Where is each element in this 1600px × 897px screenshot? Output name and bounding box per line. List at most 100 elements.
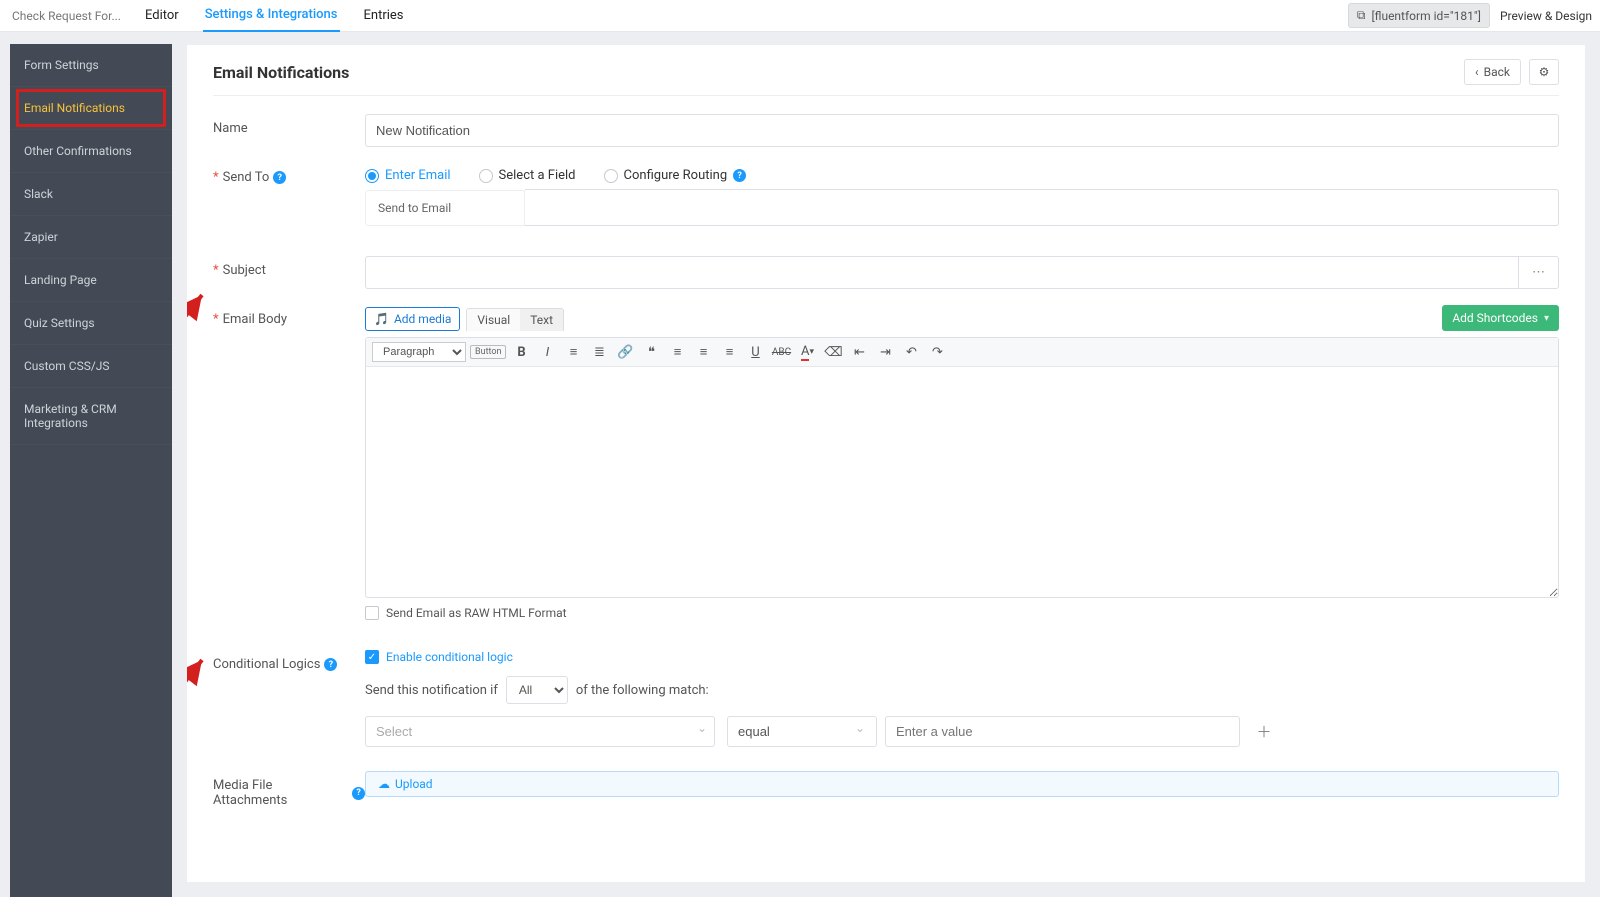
link-button[interactable]: 🔗 (614, 341, 636, 363)
info-icon[interactable]: ? (273, 171, 286, 184)
quote-button[interactable]: ❝ (640, 341, 662, 363)
clear-format-button[interactable]: ⌫ (822, 341, 844, 363)
back-label: Back (1484, 65, 1510, 79)
text-color-button[interactable]: A▾ (796, 341, 818, 363)
raw-html-label: Send Email as RAW HTML Format (386, 606, 567, 620)
add-condition-button[interactable]: ＋ (1252, 720, 1276, 744)
paragraph-format-select[interactable]: Paragraph (372, 342, 466, 362)
quote-icon: ❝ (648, 345, 655, 360)
sidebar-item-marketing-crm[interactable]: Marketing & CRM Integrations (10, 388, 172, 445)
align-center-button[interactable]: ≡ (692, 341, 714, 363)
sidebar: Form Settings Email Notifications Other … (10, 44, 172, 897)
back-button[interactable]: ‹ Back (1464, 59, 1521, 85)
body-label: * Email Body (213, 305, 365, 327)
condition-row: Select equal ＋ (365, 716, 1559, 747)
sendto-radio-group: Enter Email Select a Field Configure Rou… (365, 163, 1559, 183)
sidebar-item-zapier[interactable]: Zapier (10, 216, 172, 259)
match-mode-select[interactable]: All (506, 676, 568, 704)
info-icon[interactable]: ? (352, 787, 365, 800)
italic-icon: I (546, 345, 549, 360)
enable-conditional-row: ✓ Enable conditional logic (365, 650, 1559, 664)
editor-content[interactable] (366, 367, 1558, 597)
radio-configure-routing[interactable]: Configure Routing ? (604, 168, 747, 183)
shell: Form Settings Email Notifications Other … (0, 32, 1600, 897)
info-icon[interactable]: ? (733, 169, 746, 182)
sidebar-item-slack[interactable]: Slack (10, 173, 172, 216)
numbered-list-button[interactable]: ≣ (588, 341, 610, 363)
info-icon[interactable]: ? (324, 658, 337, 671)
redo-button[interactable]: ↷ (926, 341, 948, 363)
radio-enter-email[interactable]: Enter Email (365, 168, 451, 183)
name-input[interactable] (365, 114, 1559, 147)
radio-label: Configure Routing (624, 168, 728, 183)
sidebar-item-quiz-settings[interactable]: Quiz Settings (10, 302, 172, 345)
sidebar-item-other-confirmations[interactable]: Other Confirmations (10, 130, 172, 173)
tab-text[interactable]: Text (520, 309, 563, 331)
shortcode-copy[interactable]: ⧉ [fluentform id="181"] (1348, 3, 1490, 28)
editor-area[interactable] (366, 367, 1558, 597)
settings-gear-button[interactable]: ⚙ (1529, 59, 1559, 85)
align-right-button[interactable]: ≡ (718, 341, 740, 363)
bullet-list-button[interactable]: ≡ (562, 341, 584, 363)
shortcode-text: [fluentform id="181"] (1371, 9, 1480, 23)
sidebar-item-email-notifications[interactable]: Email Notifications (10, 87, 172, 130)
button-chip[interactable]: Button (470, 345, 506, 359)
row-name: Name (213, 114, 1559, 147)
tab-visual[interactable]: Visual (467, 309, 520, 331)
tab-entries[interactable]: Entries (362, 0, 406, 32)
send-to-email-label: Send to Email (365, 190, 525, 226)
radio-icon (365, 169, 379, 183)
subject-shortcode-picker[interactable]: ⋯ (1519, 256, 1559, 289)
sidebar-item-label: Email Notifications (24, 101, 125, 115)
eraser-icon: ⌫ (824, 345, 842, 360)
editor-top-row: 🎵 Add media Visual Text Add Shortcodes ▾ (365, 305, 1559, 331)
align-center-icon: ≡ (700, 344, 708, 360)
condition-value-input[interactable] (885, 716, 1240, 747)
raw-html-row: Send Email as RAW HTML Format (365, 606, 1559, 620)
upload-button[interactable]: ☁ Upload (365, 771, 1559, 797)
align-left-button[interactable]: ≡ (666, 341, 688, 363)
enable-conditional-checkbox[interactable]: ✓ (365, 650, 379, 664)
strike-button[interactable]: ABC (770, 341, 792, 363)
sidebar-item-landing-page[interactable]: Landing Page (10, 259, 172, 302)
form-title: Check Request For... (12, 9, 121, 23)
italic-button[interactable]: I (536, 341, 558, 363)
indent-button[interactable]: ⇥ (874, 341, 896, 363)
sidebar-item-form-settings[interactable]: Form Settings (10, 44, 172, 87)
sidebar-item-custom-css-js[interactable]: Custom CSS/JS (10, 345, 172, 388)
undo-button[interactable]: ↶ (900, 341, 922, 363)
visual-text-tabs: Visual Text (466, 308, 564, 331)
condition-field-select[interactable]: Select (365, 716, 715, 747)
subject-input[interactable] (365, 256, 1519, 289)
underline-icon: U (751, 345, 759, 360)
list-ol-icon: ≣ (594, 345, 605, 360)
outdent-button[interactable]: ⇤ (848, 341, 870, 363)
copy-icon: ⧉ (1357, 8, 1366, 23)
preview-design-link[interactable]: Preview & Design (1500, 9, 1592, 23)
text-color-icon: A (801, 344, 809, 361)
body-label-text: Email Body (223, 312, 287, 327)
cloud-upload-icon: ☁ (378, 777, 390, 791)
underline-button[interactable]: U (744, 341, 766, 363)
row-sendto: * Send To ? Enter Email Select a Field (213, 163, 1559, 240)
bold-button[interactable]: B (510, 341, 532, 363)
undo-icon: ↶ (906, 345, 917, 360)
conditional-prefix: Send this notification if (365, 683, 498, 698)
radio-select-field[interactable]: Select a Field (479, 168, 576, 183)
redo-icon: ↷ (932, 345, 943, 360)
add-media-button[interactable]: 🎵 Add media (365, 307, 460, 331)
row-send-to-email: Send to Email (365, 189, 1559, 226)
send-to-email-input[interactable] (525, 189, 1559, 226)
attachments-label-text: Media File Attachments (213, 778, 348, 808)
enable-conditional-label: Enable conditional logic (386, 650, 513, 664)
topbar-left: Check Request For... Editor Settings & I… (12, 0, 406, 31)
subject-label: * Subject (213, 256, 365, 278)
subject-label-text: Subject (223, 263, 266, 278)
page-title: Email Notifications (213, 63, 349, 82)
add-shortcodes-button[interactable]: Add Shortcodes ▾ (1442, 305, 1559, 331)
condition-operator-select[interactable]: equal (727, 716, 877, 747)
conditional-suffix: of the following match: (576, 683, 709, 698)
tab-settings[interactable]: Settings & Integrations (203, 0, 340, 32)
tab-editor[interactable]: Editor (143, 0, 181, 32)
raw-html-checkbox[interactable] (365, 606, 379, 620)
